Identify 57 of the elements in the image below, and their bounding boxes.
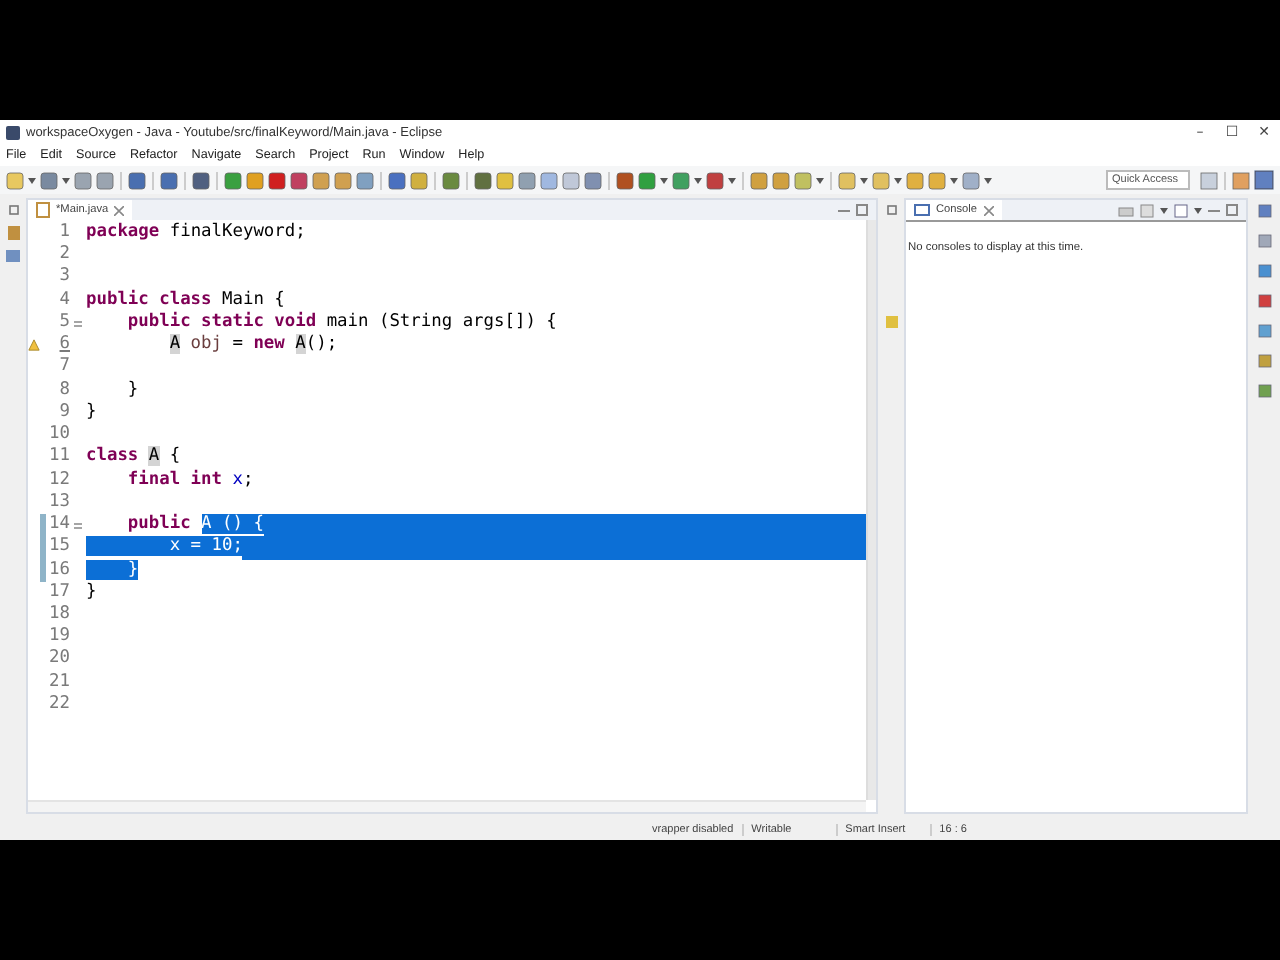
code-line: class A { [86, 446, 181, 469]
line-number: 20 [47, 648, 70, 672]
line-number: 13 [47, 491, 70, 515]
caret-icon[interactable] [660, 177, 668, 183]
line-number: 12 [47, 469, 70, 492]
code-line: public static void main (String args[]) { [125, 311, 557, 334]
line-number: 17 [47, 581, 70, 604]
monitor-icon [914, 203, 930, 217]
line-number: 11 [47, 446, 70, 470]
caret-icon[interactable] [62, 177, 70, 183]
line-number: 14 [47, 514, 70, 537]
code-line: } [125, 379, 139, 402]
line-number: 10 [47, 424, 70, 447]
caret-icon[interactable] [1194, 207, 1202, 213]
caret-icon[interactable] [816, 177, 824, 183]
code-line: final int x; [125, 469, 254, 492]
code-line: package finalKeyword; [86, 222, 306, 245]
line-number: 3 [57, 266, 70, 290]
caret-icon[interactable] [950, 177, 958, 183]
line-number: 19 [47, 626, 70, 649]
line-number: 18 [47, 603, 70, 627]
caret-icon[interactable] [728, 177, 736, 183]
vertical-scrollbar[interactable] [866, 220, 876, 800]
caret-icon[interactable] [694, 177, 702, 183]
line-number: 9 [57, 401, 70, 425]
caret-icon[interactable] [984, 177, 992, 183]
code-line: public class Main { [86, 289, 285, 311]
code-line: } [86, 401, 97, 425]
line-number: 2 [57, 244, 70, 267]
close-icon[interactable] [114, 205, 125, 215]
code-line: public A () { [125, 514, 264, 537]
line-number: 1 [57, 222, 70, 245]
line-number: 4 [57, 289, 70, 312]
code-line: A obj = new A(); [167, 334, 338, 357]
horizontal-scrollbar[interactable] [28, 800, 866, 812]
line-number: 8 [57, 379, 70, 402]
restore-icon[interactable] [7, 204, 19, 216]
line-number: 21 [47, 671, 70, 694]
maximize-icon[interactable] [856, 204, 868, 216]
warning-icon[interactable] [28, 338, 40, 353]
caret-icon[interactable] [1160, 207, 1168, 213]
maximize-icon[interactable] [1226, 204, 1238, 216]
line-number: 22 [47, 693, 70, 717]
line-number: 6 [57, 334, 70, 357]
line-number: 7 [57, 356, 70, 380]
line-number: 16 [47, 559, 70, 582]
caret-icon[interactable] [860, 177, 868, 183]
code-line: } [86, 581, 97, 604]
app-icon [6, 125, 20, 139]
line-number: 15 [47, 536, 70, 560]
caret-icon[interactable] [894, 177, 902, 183]
minimize-icon[interactable] [1208, 207, 1220, 213]
caret-icon[interactable] [28, 177, 36, 183]
close-icon[interactable] [983, 205, 994, 215]
minimize-icon[interactable] [838, 207, 850, 213]
line-number: 5 [57, 311, 70, 335]
restore-icon[interactable] [885, 204, 897, 216]
